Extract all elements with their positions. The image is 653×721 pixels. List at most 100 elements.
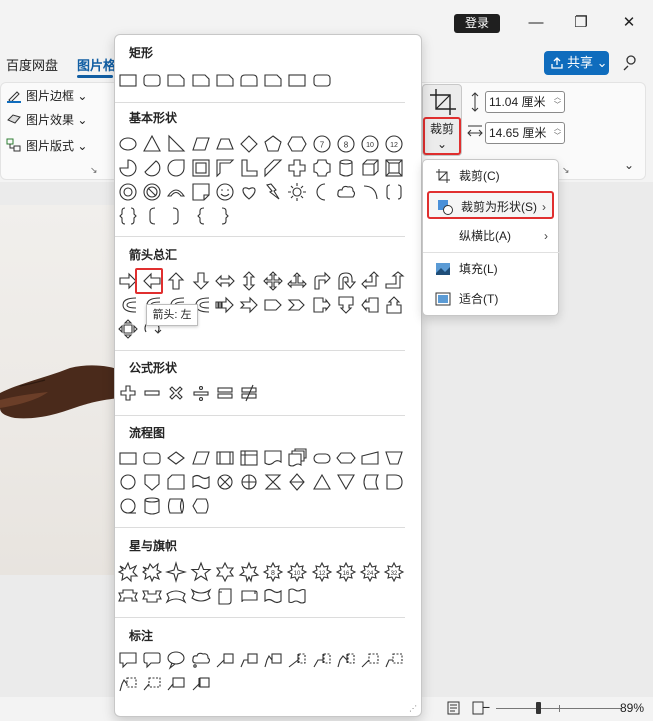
shape-lshape[interactable] [238, 157, 260, 179]
shape-a-notch[interactable] [238, 294, 260, 316]
shape-rib-u[interactable] [117, 585, 139, 607]
shape-para[interactable] [190, 133, 212, 155]
shape-snip[interactable] [214, 69, 236, 91]
shape-fc-sum[interactable] [214, 471, 236, 493]
menu-item-crop[interactable]: 裁剪(C) [427, 162, 554, 190]
tab-baidu-netdisk[interactable]: 百度网盘 [6, 55, 58, 74]
shape-a-bent-up[interactable] [383, 270, 405, 292]
shape-cube[interactable] [359, 157, 381, 179]
shape-pent[interactable] [262, 133, 284, 155]
shape-scroll-h[interactable] [238, 585, 260, 607]
shape-a-bent[interactable] [311, 270, 333, 292]
shape-rrect[interactable] [311, 69, 333, 91]
shape-snip[interactable] [165, 69, 187, 91]
shape-donut[interactable] [117, 181, 139, 203]
shape-n32[interactable]: 32 [383, 561, 405, 583]
login-button[interactable]: 登录 [454, 14, 500, 33]
shape-fc-doc[interactable] [262, 447, 284, 469]
shape-diamond[interactable] [238, 133, 260, 155]
shape-num8[interactable]: 8 [335, 133, 357, 155]
shape-a-quad[interactable] [262, 270, 284, 292]
shape-cross[interactable] [286, 157, 308, 179]
shape-a-u-d[interactable] [238, 270, 260, 292]
shape-callout-r[interactable] [311, 294, 333, 316]
menu-item-fit[interactable]: 适合(T) [427, 285, 554, 313]
shape-heart[interactable] [238, 181, 260, 203]
shape-c-n-b3[interactable] [117, 673, 139, 695]
shape-star6[interactable] [214, 561, 236, 583]
shape-mult[interactable] [165, 382, 187, 404]
shape-c-n-b2[interactable] [383, 649, 405, 671]
share-button[interactable]: 共享 ⌄ [544, 51, 609, 75]
shape-a-u[interactable] [165, 270, 187, 292]
shape-plus[interactable] [117, 382, 139, 404]
restore-button[interactable]: ❐ [561, 8, 601, 38]
shape-chevron[interactable] [286, 294, 308, 316]
shape-rib-c-u[interactable] [165, 585, 187, 607]
menu-item-fill[interactable]: 填充(L) [427, 255, 554, 283]
shape-arc-only[interactable] [359, 181, 381, 203]
picture-layout-button[interactable]: 图片版式 ⌄ [6, 136, 87, 156]
shape-can[interactable] [335, 157, 357, 179]
shape-fc-or[interactable] [238, 471, 260, 493]
height-field[interactable]: 11.04 厘米 ︿ ﹀ [485, 91, 565, 113]
shape-fc-delay[interactable] [383, 471, 405, 493]
shape-n10[interactable]: 10 [286, 561, 308, 583]
shape-c-a-b1[interactable] [141, 673, 163, 695]
shape-rib-d[interactable] [141, 585, 163, 607]
ribbon-collapse-icon[interactable]: ⌄ [624, 158, 634, 172]
size-expand-icon[interactable]: ↘ [562, 165, 570, 176]
shape-fc-dec[interactable] [165, 447, 187, 469]
shape-star7[interactable] [238, 561, 260, 583]
group-expand-icon[interactable]: ↘ [90, 165, 98, 176]
shape-fc-int[interactable] [238, 447, 260, 469]
shape-sun[interactable] [286, 181, 308, 203]
shape-a-uturn[interactable] [335, 270, 357, 292]
shape-c-line2[interactable] [238, 649, 260, 671]
zoom-level[interactable]: 89% [620, 701, 644, 715]
shape-pent-arr[interactable] [262, 294, 284, 316]
shape-rect[interactable] [286, 69, 308, 91]
minimize-button[interactable]: — [516, 8, 556, 38]
shape-a-l-r[interactable] [214, 270, 236, 292]
shape-lbrack[interactable] [141, 205, 163, 227]
shape-n24[interactable]: 24 [359, 561, 381, 583]
shape-arc[interactable] [165, 181, 187, 203]
picture-border-button[interactable]: 图片边框 ⌄ [6, 86, 87, 106]
shape-a-l-up[interactable] [359, 270, 381, 292]
shape-rect[interactable] [117, 69, 139, 91]
shape-callout-l[interactable] [359, 294, 381, 316]
shape-minus[interactable] [141, 382, 163, 404]
shape-c-rect[interactable] [117, 649, 139, 671]
shape-frame[interactable] [190, 157, 212, 179]
width-spinner[interactable]: ︿ ﹀ [554, 125, 561, 141]
shape-fc-direct[interactable] [165, 495, 187, 517]
shape-snip[interactable] [190, 69, 212, 91]
shape-callout-q[interactable] [117, 318, 139, 340]
shape-fc-term[interactable] [311, 447, 333, 469]
shape-exp2[interactable] [141, 561, 163, 583]
height-spinner[interactable]: ︿ ﹀ [554, 94, 561, 110]
shape-bevel[interactable] [383, 157, 405, 179]
shape-snip[interactable] [262, 69, 284, 91]
shape-neq[interactable] [238, 382, 260, 404]
shape-equal[interactable] [214, 382, 236, 404]
shape-c-line3[interactable] [262, 649, 284, 671]
shape-num7[interactable]: 7 [311, 133, 333, 155]
shape-dbrack[interactable] [383, 181, 405, 203]
shape-dbrace[interactable] [117, 205, 139, 227]
shape-c-acc1[interactable] [286, 649, 308, 671]
resize-grip-icon[interactable]: ⋰ [409, 704, 417, 713]
shape-fc-sort[interactable] [286, 471, 308, 493]
shape-diag[interactable] [262, 157, 284, 179]
shape-tear[interactable] [165, 157, 187, 179]
shape-oval[interactable] [117, 133, 139, 155]
shape-fc-prep[interactable] [335, 447, 357, 469]
shape-n12[interactable]: 12 [311, 561, 333, 583]
shape-fc-merge[interactable] [335, 471, 357, 493]
shape-c-oval[interactable] [165, 649, 187, 671]
shape-rib-c-d[interactable] [190, 585, 212, 607]
shape-c-acc2[interactable] [311, 649, 333, 671]
shape-c-cloud[interactable] [190, 649, 212, 671]
shape-c-a-b3[interactable] [190, 673, 212, 695]
